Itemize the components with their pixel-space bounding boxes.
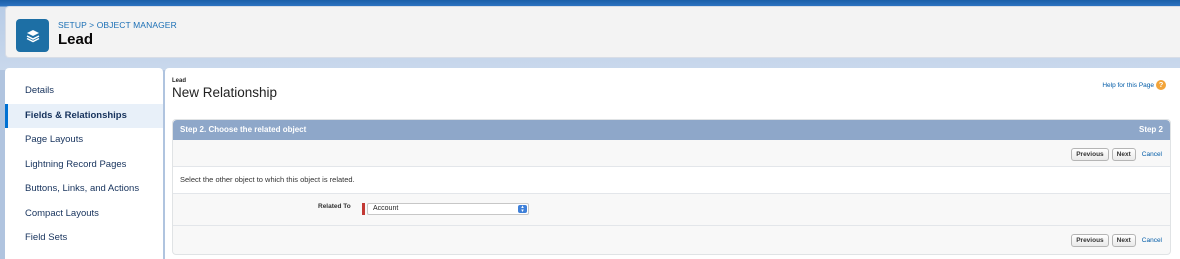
object-header: SETUP > OBJECT MANAGER Lead <box>5 6 1180 58</box>
layers-icon <box>16 19 49 52</box>
sidebar-item-compact-layouts[interactable]: Compact Layouts <box>5 202 163 226</box>
page-title: New Relationship <box>172 85 278 100</box>
step-title: Step 2. Choose the related object <box>180 125 307 134</box>
sidebar-item-buttons-links-actions[interactable]: Buttons, Links, and Actions <box>5 177 163 201</box>
top-button-row: Previous Next Cancel <box>1071 147 1162 161</box>
breadcrumb-object-manager[interactable]: OBJECT MANAGER <box>97 20 177 30</box>
next-button[interactable]: Next <box>1111 233 1136 247</box>
cancel-link[interactable]: Cancel <box>1142 151 1162 158</box>
sidebar-item-field-sets[interactable]: Field Sets <box>5 226 163 250</box>
page-type: Lead <box>172 78 187 84</box>
step-number: Step 2 <box>1138 125 1163 134</box>
sidebar: Details Fields & Relationships Page Layo… <box>5 68 163 259</box>
select-arrows-icon: ▴ ▾ <box>518 205 527 214</box>
sidebar-item-page-layouts[interactable]: Page Layouts <box>5 128 163 152</box>
main-content: Lead New Relationship Help for this Page… <box>165 68 1180 259</box>
breadcrumb-separator: > <box>86 20 97 30</box>
instruction-text: Select the other object to which this ob… <box>180 175 355 184</box>
help-link[interactable]: Help for this Page <box>1102 82 1154 89</box>
related-to-value: Account <box>373 205 399 212</box>
object-title: Lead <box>58 31 94 48</box>
instruction-row: Select the other object to which this ob… <box>173 167 1170 193</box>
related-to-select[interactable]: Account ▴ ▾ <box>367 203 529 215</box>
next-button[interactable]: Next <box>1111 147 1136 161</box>
previous-button[interactable]: Previous <box>1071 233 1109 247</box>
previous-button[interactable]: Previous <box>1071 147 1109 161</box>
question-icon[interactable]: ? <box>1156 80 1166 90</box>
breadcrumb-setup[interactable]: SETUP <box>58 20 87 30</box>
related-to-row: Related To Account ▴ ▾ <box>173 194 1170 224</box>
sidebar-item-fields-relationships[interactable]: Fields & Relationships <box>5 104 163 128</box>
bottom-button-row: Previous Next Cancel <box>1071 233 1162 247</box>
step-header: Step 2. Choose the related object Step 2 <box>173 120 1170 140</box>
step-panel: Step 2. Choose the related object Step 2… <box>172 119 1171 255</box>
divider <box>173 225 1170 226</box>
breadcrumb: SETUP > OBJECT MANAGER <box>58 20 177 30</box>
sidebar-item-lightning-record-pages[interactable]: Lightning Record Pages <box>5 153 163 177</box>
related-to-label: Related To <box>318 203 351 210</box>
sidebar-item-details[interactable]: Details <box>5 79 163 103</box>
required-indicator <box>362 203 365 215</box>
cancel-link[interactable]: Cancel <box>1142 237 1162 244</box>
